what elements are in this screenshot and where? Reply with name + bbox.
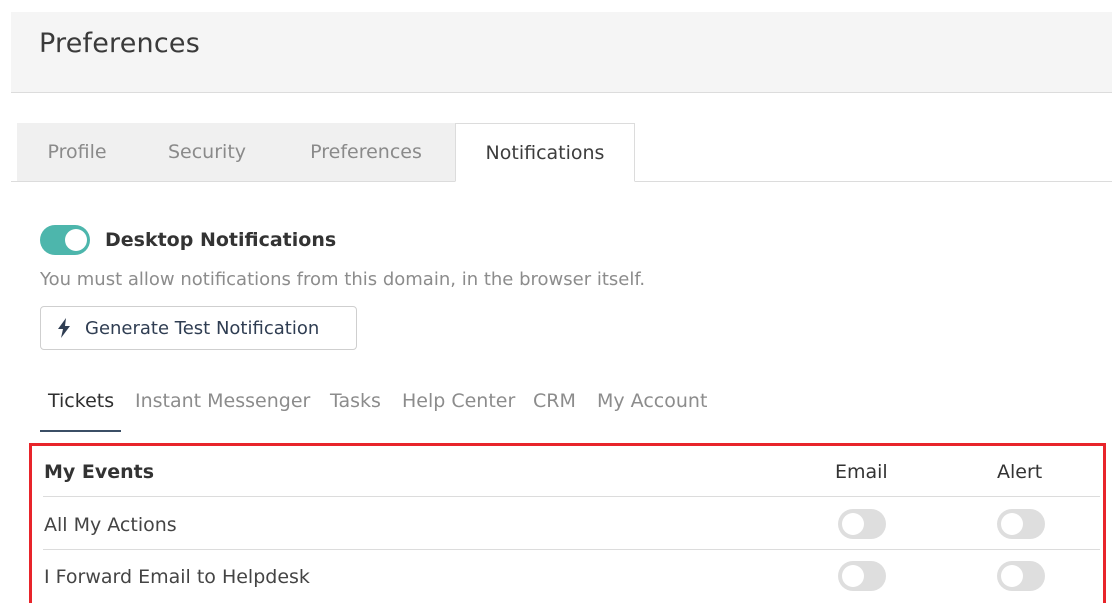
subtab-help-center[interactable]: Help Center — [402, 390, 515, 432]
tab-preferences[interactable]: Preferences — [291, 123, 441, 181]
page-title: Preferences — [39, 28, 200, 59]
email-column-header: Email — [835, 461, 888, 483]
toggle-knob — [65, 229, 87, 251]
subtab-tasks[interactable]: Tasks — [330, 390, 381, 432]
all-my-actions-alert-toggle[interactable] — [997, 509, 1045, 539]
event-label-forward-email: I Forward Email to Helpdesk — [44, 566, 310, 588]
desktop-notifications-label: Desktop Notifications — [105, 229, 337, 251]
subtab-crm[interactable]: CRM — [533, 390, 576, 432]
row-divider — [43, 549, 1100, 550]
forward-email-email-toggle[interactable] — [838, 561, 886, 591]
bolt-icon — [58, 318, 70, 338]
row-divider — [43, 496, 1100, 497]
all-my-actions-email-toggle[interactable] — [838, 509, 886, 539]
my-events-title: My Events — [44, 461, 155, 483]
forward-email-alert-toggle[interactable] — [997, 561, 1045, 591]
tab-notifications[interactable]: Notifications — [455, 123, 635, 182]
subtab-my-account[interactable]: My Account — [597, 390, 707, 432]
tab-profile[interactable]: Profile — [27, 123, 127, 181]
generate-test-notification-button[interactable]: Generate Test Notification — [40, 306, 357, 350]
event-label-all-my-actions: All My Actions — [44, 514, 177, 536]
toggle-knob — [842, 513, 864, 535]
page-header: Preferences — [11, 12, 1112, 93]
toggle-knob — [842, 565, 864, 587]
desktop-notifications-help: You must allow notifications from this d… — [40, 269, 646, 290]
test-button-label: Generate Test Notification — [85, 317, 320, 339]
settings-tabs: Profile Security Preferences Notificatio… — [11, 123, 1112, 182]
alert-column-header: Alert — [997, 461, 1043, 483]
desktop-notifications-toggle[interactable] — [40, 225, 90, 255]
tab-security[interactable]: Security — [146, 123, 268, 181]
my-events-panel: My Events Email Alert All My Actions I F… — [29, 443, 1106, 603]
subtab-tickets[interactable]: Tickets — [40, 390, 121, 432]
toggle-knob — [1001, 513, 1023, 535]
toggle-knob — [1001, 565, 1023, 587]
subtab-instant-messenger[interactable]: Instant Messenger — [135, 390, 310, 432]
